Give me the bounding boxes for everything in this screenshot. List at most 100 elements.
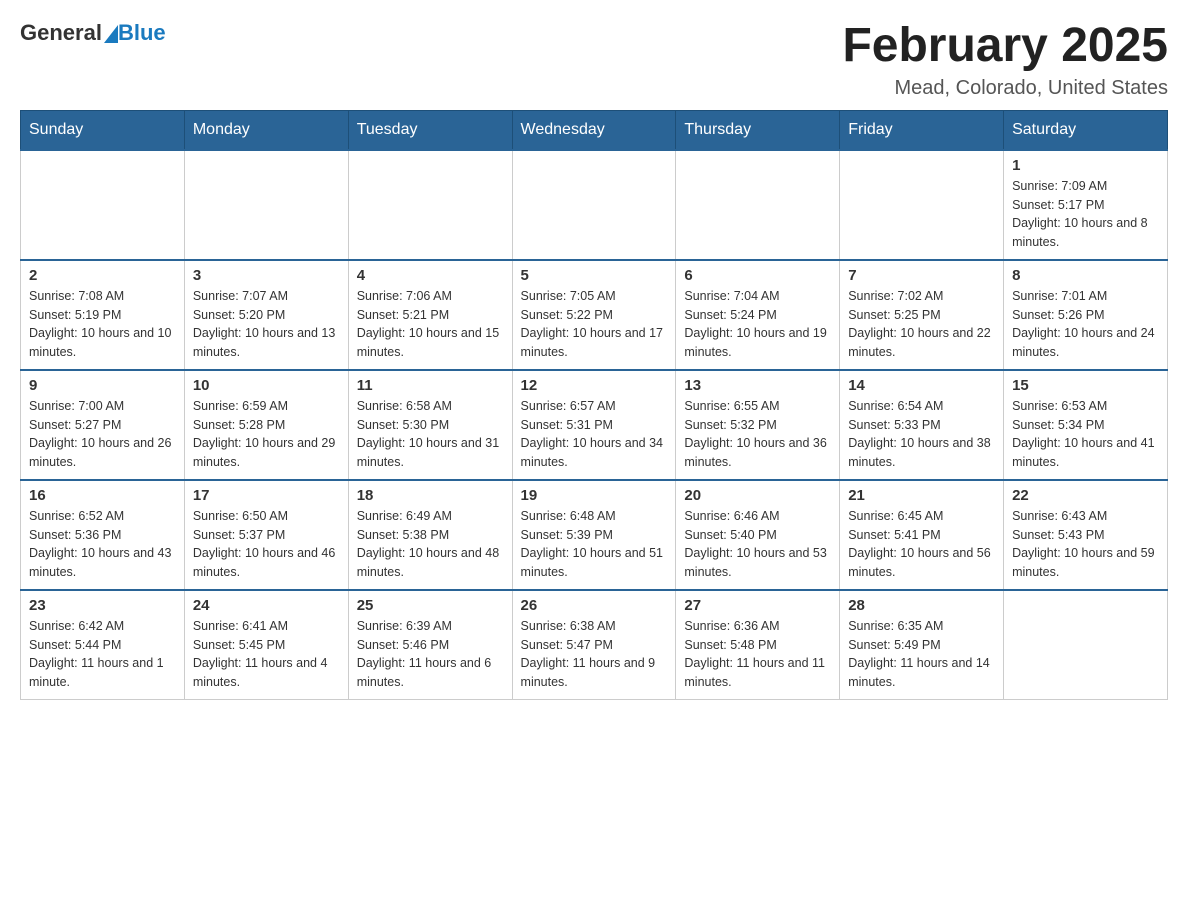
calendar-cell [676, 150, 840, 260]
day-info: Sunrise: 6:55 AMSunset: 5:32 PMDaylight:… [684, 397, 831, 472]
calendar-cell: 9 Sunrise: 7:00 AMSunset: 5:27 PMDaylight… [21, 370, 185, 480]
logo-triangle-icon [104, 25, 118, 43]
day-number: 2 [29, 267, 176, 284]
calendar-cell: 8 Sunrise: 7:01 AMSunset: 5:26 PMDaylight… [1004, 260, 1168, 370]
day-info: Sunrise: 6:52 AMSunset: 5:36 PMDaylight:… [29, 507, 176, 582]
day-number: 3 [193, 267, 340, 284]
day-number: 6 [684, 267, 831, 284]
day-info: Sunrise: 6:43 AMSunset: 5:43 PMDaylight:… [1012, 507, 1159, 582]
calendar-day-header: Saturday [1004, 110, 1168, 150]
calendar-cell: 12 Sunrise: 6:57 AMSunset: 5:31 PMDayligh… [512, 370, 676, 480]
day-info: Sunrise: 6:39 AMSunset: 5:46 PMDaylight:… [357, 617, 504, 692]
day-info: Sunrise: 7:04 AMSunset: 5:24 PMDaylight:… [684, 287, 831, 362]
calendar-cell: 2 Sunrise: 7:08 AMSunset: 5:19 PMDaylight… [21, 260, 185, 370]
day-number: 18 [357, 487, 504, 504]
day-number: 8 [1012, 267, 1159, 284]
calendar-cell: 4 Sunrise: 7:06 AMSunset: 5:21 PMDaylight… [348, 260, 512, 370]
calendar-day-header: Tuesday [348, 110, 512, 150]
day-info: Sunrise: 6:42 AMSunset: 5:44 PMDaylight:… [29, 617, 176, 692]
day-info: Sunrise: 7:09 AMSunset: 5:17 PMDaylight:… [1012, 177, 1159, 252]
day-info: Sunrise: 6:53 AMSunset: 5:34 PMDaylight:… [1012, 397, 1159, 472]
calendar-day-header: Sunday [21, 110, 185, 150]
day-number: 21 [848, 487, 995, 504]
day-info: Sunrise: 7:00 AMSunset: 5:27 PMDaylight:… [29, 397, 176, 472]
title-section: February 2025 Mead, Colorado, United Sta… [842, 20, 1168, 100]
week-row: 2 Sunrise: 7:08 AMSunset: 5:19 PMDaylight… [21, 260, 1168, 370]
day-info: Sunrise: 6:41 AMSunset: 5:45 PMDaylight:… [193, 617, 340, 692]
day-number: 13 [684, 377, 831, 394]
calendar-cell: 13 Sunrise: 6:55 AMSunset: 5:32 PMDayligh… [676, 370, 840, 480]
location-text: Mead, Colorado, United States [842, 77, 1168, 100]
day-info: Sunrise: 6:57 AMSunset: 5:31 PMDaylight:… [521, 397, 668, 472]
calendar-cell: 28 Sunrise: 6:35 AMSunset: 5:49 PMDayligh… [840, 590, 1004, 700]
day-number: 16 [29, 487, 176, 504]
day-info: Sunrise: 6:45 AMSunset: 5:41 PMDaylight:… [848, 507, 995, 582]
day-info: Sunrise: 6:36 AMSunset: 5:48 PMDaylight:… [684, 617, 831, 692]
logo-general-text: General [20, 20, 102, 46]
calendar-cell: 19Sunrise: 6:48 AMSunset: 5:39 PMDayligh… [512, 480, 676, 590]
day-number: 4 [357, 267, 504, 284]
calendar-cell: 18 Sunrise: 6:49 AMSunset: 5:38 PMDayligh… [348, 480, 512, 590]
day-number: 17 [193, 487, 340, 504]
calendar-cell: 6 Sunrise: 7:04 AMSunset: 5:24 PMDaylight… [676, 260, 840, 370]
calendar-header-row: SundayMondayTuesdayWednesdayThursdayFrid… [21, 110, 1168, 150]
logo-blue-text: Blue [118, 20, 166, 46]
day-number: 23 [29, 597, 176, 614]
calendar-cell [840, 150, 1004, 260]
day-info: Sunrise: 7:08 AMSunset: 5:19 PMDaylight:… [29, 287, 176, 362]
calendar-day-header: Friday [840, 110, 1004, 150]
calendar-cell: 26 Sunrise: 6:38 AMSunset: 5:47 PMDayligh… [512, 590, 676, 700]
day-info: Sunrise: 6:58 AMSunset: 5:30 PMDaylight:… [357, 397, 504, 472]
calendar-cell [1004, 590, 1168, 700]
calendar-cell: 1 Sunrise: 7:09 AMSunset: 5:17 PMDaylight… [1004, 150, 1168, 260]
day-number: 11 [357, 377, 504, 394]
calendar-cell: 3Sunrise: 7:07 AMSunset: 5:20 PMDaylight… [184, 260, 348, 370]
calendar-cell: 20 Sunrise: 6:46 AMSunset: 5:40 PMDayligh… [676, 480, 840, 590]
day-info: Sunrise: 6:38 AMSunset: 5:47 PMDaylight:… [521, 617, 668, 692]
day-info: Sunrise: 6:50 AMSunset: 5:37 PMDaylight:… [193, 507, 340, 582]
day-number: 20 [684, 487, 831, 504]
day-info: Sunrise: 6:54 AMSunset: 5:33 PMDaylight:… [848, 397, 995, 472]
day-number: 28 [848, 597, 995, 614]
calendar-cell: 5 Sunrise: 7:05 AMSunset: 5:22 PMDaylight… [512, 260, 676, 370]
calendar-cell [21, 150, 185, 260]
month-title: February 2025 [842, 20, 1168, 73]
calendar-cell: 17 Sunrise: 6:50 AMSunset: 5:37 PMDayligh… [184, 480, 348, 590]
calendar-cell: 23 Sunrise: 6:42 AMSunset: 5:44 PMDayligh… [21, 590, 185, 700]
calendar-cell: 24 Sunrise: 6:41 AMSunset: 5:45 PMDayligh… [184, 590, 348, 700]
day-number: 15 [1012, 377, 1159, 394]
calendar-cell: 27 Sunrise: 6:36 AMSunset: 5:48 PMDayligh… [676, 590, 840, 700]
day-info: Sunrise: 6:49 AMSunset: 5:38 PMDaylight:… [357, 507, 504, 582]
day-number: 1 [1012, 157, 1159, 174]
day-info: Sunrise: 7:06 AMSunset: 5:21 PMDaylight:… [357, 287, 504, 362]
day-number: 25 [357, 597, 504, 614]
day-number: 12 [521, 377, 668, 394]
day-info: Sunrise: 6:35 AMSunset: 5:49 PMDaylight:… [848, 617, 995, 692]
day-info: Sunrise: 6:46 AMSunset: 5:40 PMDaylight:… [684, 507, 831, 582]
calendar-cell: 25 Sunrise: 6:39 AMSunset: 5:46 PMDayligh… [348, 590, 512, 700]
week-row: 1 Sunrise: 7:09 AMSunset: 5:17 PMDaylight… [21, 150, 1168, 260]
day-info: Sunrise: 6:59 AMSunset: 5:28 PMDaylight:… [193, 397, 340, 472]
calendar-cell: 21 Sunrise: 6:45 AMSunset: 5:41 PMDayligh… [840, 480, 1004, 590]
day-number: 10 [193, 377, 340, 394]
calendar-day-header: Monday [184, 110, 348, 150]
calendar-cell [184, 150, 348, 260]
day-info: Sunrise: 6:48 AMSunset: 5:39 PMDaylight:… [521, 507, 668, 582]
day-number: 5 [521, 267, 668, 284]
day-number: 7 [848, 267, 995, 284]
calendar-cell [512, 150, 676, 260]
day-number: 24 [193, 597, 340, 614]
day-number: 27 [684, 597, 831, 614]
day-info: Sunrise: 7:05 AMSunset: 5:22 PMDaylight:… [521, 287, 668, 362]
calendar-table: SundayMondayTuesdayWednesdayThursdayFrid… [20, 110, 1168, 701]
page-header: General Blue February 2025 Mead, Colorad… [20, 20, 1168, 100]
week-row: 9 Sunrise: 7:00 AMSunset: 5:27 PMDaylight… [21, 370, 1168, 480]
calendar-cell: 7Sunrise: 7:02 AMSunset: 5:25 PMDaylight… [840, 260, 1004, 370]
day-info: Sunrise: 7:01 AMSunset: 5:26 PMDaylight:… [1012, 287, 1159, 362]
calendar-cell: 16 Sunrise: 6:52 AMSunset: 5:36 PMDayligh… [21, 480, 185, 590]
calendar-cell: 22Sunrise: 6:43 AMSunset: 5:43 PMDayligh… [1004, 480, 1168, 590]
day-number: 26 [521, 597, 668, 614]
calendar-cell [348, 150, 512, 260]
day-number: 9 [29, 377, 176, 394]
calendar-day-header: Thursday [676, 110, 840, 150]
